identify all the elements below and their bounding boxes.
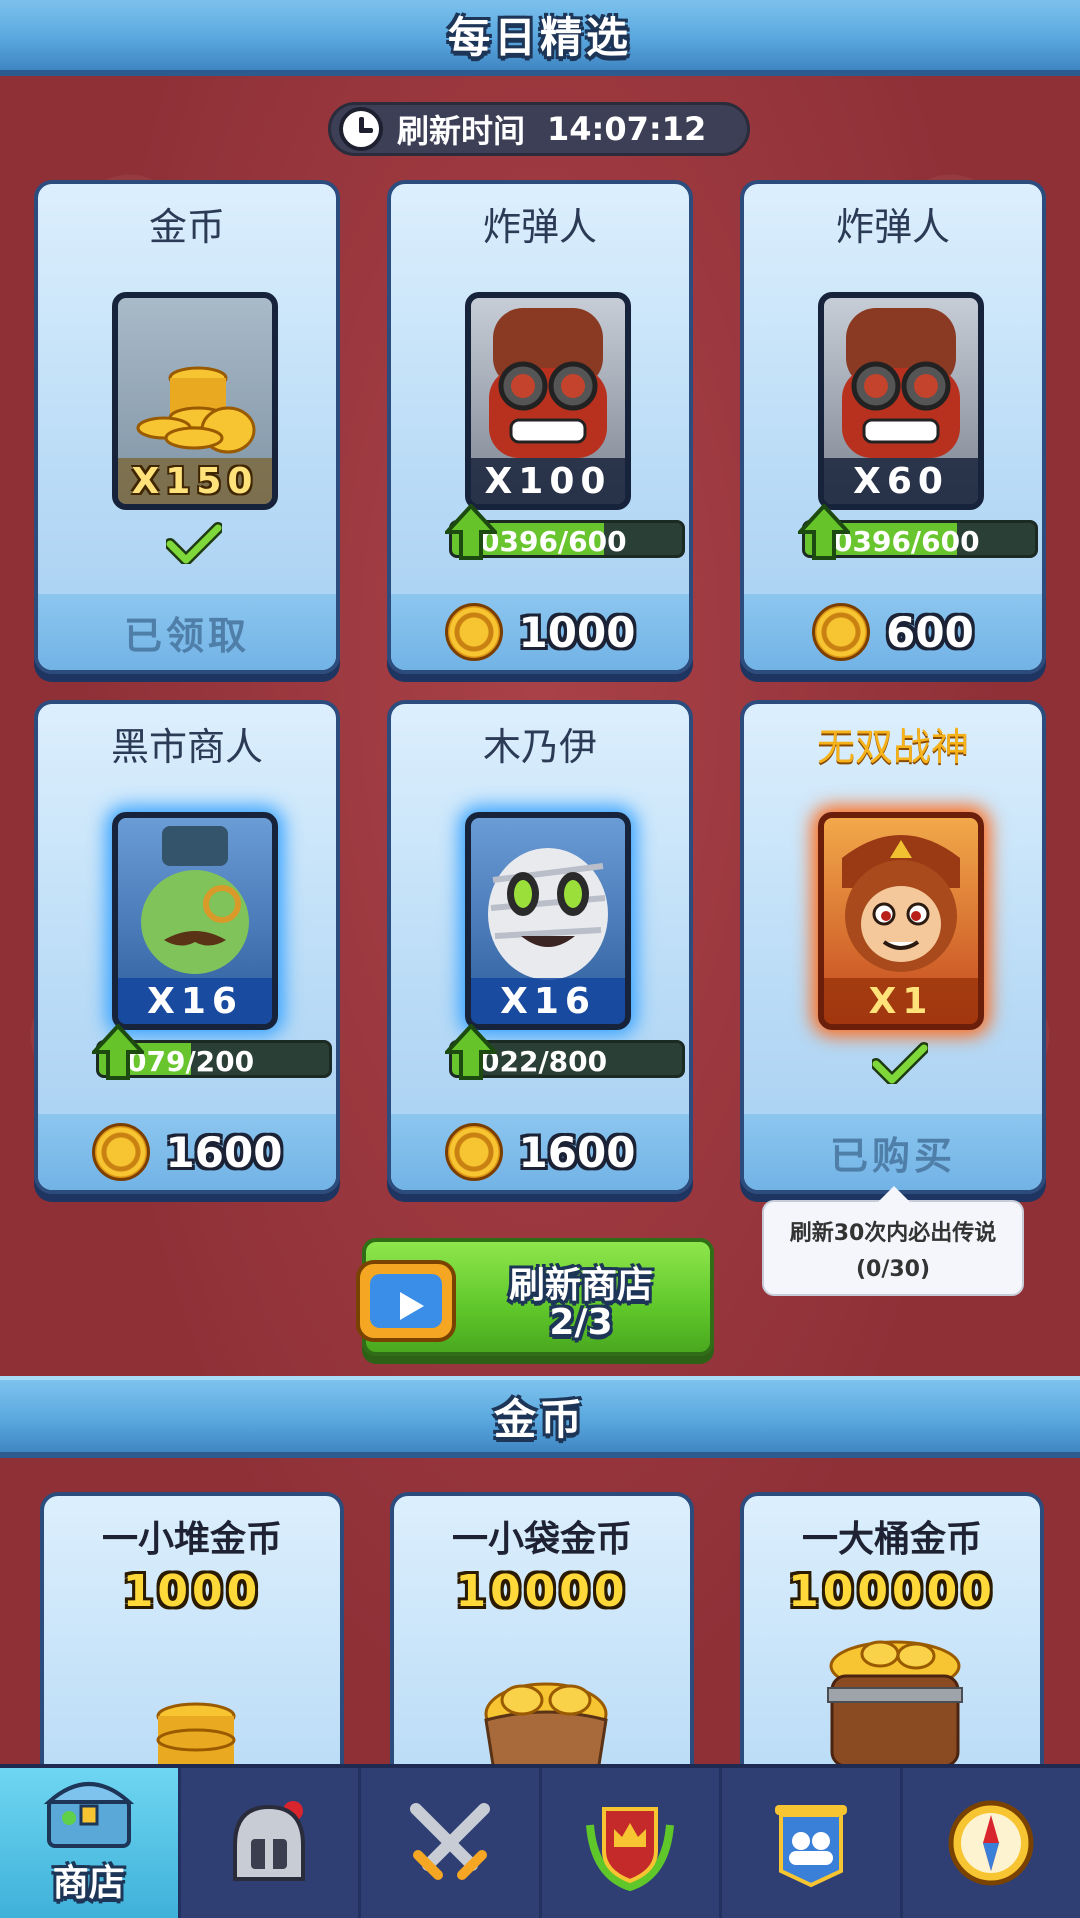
refresh-shop-count: 2/3	[549, 1302, 613, 1343]
shop-card-bomber-2[interactable]: 炸弹人 X60 0396/600 600	[740, 180, 1046, 674]
card-price-bar: 1000	[391, 594, 689, 670]
nav-tab-battle[interactable]	[361, 1768, 542, 1918]
gold-section-title: 金币	[493, 1394, 586, 1444]
gold-pack-amount: 100000	[788, 1566, 996, 1617]
card-title: 木乃伊	[482, 725, 597, 769]
gold-pack-small-pile[interactable]: 一小堆金币 1000	[40, 1492, 344, 1792]
daily-selection-title: 每日精选	[447, 12, 632, 62]
refresh-time-value: 14:07:12	[547, 110, 707, 148]
claimed-label: 已领取	[123, 613, 250, 658]
gold-pack-title: 一小堆金币	[101, 1519, 282, 1560]
refresh-shop-button[interactable]: 刷新商店 2/3	[356, 1238, 714, 1356]
tooltip-line1: 刷新30次内必出传说	[789, 1221, 997, 1246]
coin-icon	[812, 603, 871, 661]
shop-card-legendary-hero[interactable]: 无双战神 X1 已购买	[740, 700, 1046, 1194]
mummy-portrait-icon	[488, 848, 608, 980]
nav-tab-shop[interactable]: 商店	[0, 1768, 181, 1918]
check-icon	[872, 1042, 928, 1084]
card-title: 无双战神	[816, 725, 969, 769]
compass-icon	[948, 1800, 1034, 1886]
nav-tab-explore[interactable]	[903, 1768, 1080, 1918]
upgrade-arrow-icon	[445, 504, 497, 560]
upgrade-arrow-icon	[92, 1024, 144, 1080]
gold-pack-small-bag[interactable]: 一小袋金币 10000	[390, 1492, 694, 1792]
coin-icon	[444, 603, 503, 661]
item-quantity: X100	[471, 458, 625, 504]
coin-stack-icon	[136, 366, 256, 454]
nav-tab-rankings[interactable]	[542, 1768, 722, 1918]
progress-text: 0396/600	[833, 525, 980, 558]
coin-icon	[444, 1123, 503, 1181]
price-value: 1600	[518, 1127, 636, 1177]
item-quantity: X1	[824, 978, 978, 1024]
price-value: 600	[886, 607, 974, 657]
card-price-bar: 1600	[38, 1114, 336, 1190]
upgrade-arrow-icon	[445, 1024, 497, 1080]
gold-pack-title: 一小袋金币	[451, 1519, 632, 1560]
price-value: 1000	[518, 607, 636, 657]
hero-character-image: X1	[818, 812, 984, 1030]
bomber-character-image: X100	[465, 292, 631, 510]
card-title: 黑市商人	[110, 725, 263, 769]
video-ad-icon	[356, 1260, 456, 1342]
card-price-bar: 600	[744, 594, 1042, 670]
card-status-bar: 已领取	[38, 594, 336, 670]
card-title: 炸弹人	[482, 205, 597, 249]
daily-selection-banner: 每日精选	[0, 0, 1080, 76]
card-price-bar: 1600	[391, 1114, 689, 1190]
progress-text: 0396/600	[480, 525, 627, 558]
gold-pack-big-barrel[interactable]: 一大桶金币 100000	[740, 1492, 1044, 1792]
gold-pack-amount: 10000	[455, 1566, 629, 1617]
legendary-guarantee-tooltip: 刷新30次内必出传说 (0/30)	[762, 1186, 1024, 1296]
price: 600	[812, 603, 974, 661]
guild-banner-icon	[774, 1805, 847, 1888]
knight-helmet-icon	[233, 1801, 306, 1881]
shop-card-mummy[interactable]: 木乃伊 X16 022/800 1600	[387, 700, 693, 1194]
treasure-chest-icon	[43, 1782, 134, 1848]
merchant-portrait-icon	[141, 826, 249, 974]
shop-card-black-market-merchant[interactable]: 黑市商人 X16 079/200 1600	[34, 700, 340, 1194]
bomber-portrait-icon	[489, 308, 607, 458]
bottom-navigation: 商店	[0, 1764, 1080, 1918]
card-status-bar: 已购买	[744, 1114, 1042, 1190]
upgrade-arrow-icon	[798, 504, 850, 560]
nav-tab-heroes[interactable]	[181, 1768, 361, 1918]
bomber-character-image: X60	[818, 292, 984, 510]
monkey-king-portrait-icon	[842, 835, 960, 972]
gold-section-banner: 金币	[0, 1376, 1080, 1458]
price: 1600	[91, 1123, 283, 1181]
item-quantity: X150	[118, 458, 272, 504]
item-quantity: X16	[118, 978, 272, 1024]
price-value: 1600	[165, 1127, 283, 1177]
nav-tab-guild[interactable]	[722, 1768, 903, 1918]
check-icon	[166, 522, 222, 564]
card-title: 炸弹人	[835, 205, 950, 249]
mummy-character-image: X16	[465, 812, 631, 1030]
crown-shield-icon	[586, 1807, 675, 1891]
gold-pack-amount: 1000	[122, 1566, 262, 1617]
progress-text: 079/200	[127, 1045, 255, 1078]
merchant-character-image: X16	[112, 812, 278, 1030]
price: 1600	[444, 1123, 636, 1181]
gold-pack-title: 一大桶金币	[801, 1519, 982, 1560]
item-quantity: X60	[824, 458, 978, 504]
clock-icon	[339, 107, 383, 151]
shop-card-bomber-1[interactable]: 炸弹人 X100 0396/600 1000	[387, 180, 693, 674]
item-quantity: X16	[471, 978, 625, 1024]
coin-pile-image: X150	[112, 292, 278, 510]
bomber-portrait-icon	[842, 308, 960, 458]
crossed-swords-icon	[409, 1803, 490, 1880]
refresh-shop-label: 刷新商店	[508, 1265, 653, 1306]
refresh-time-label: 刷新时间	[397, 112, 526, 150]
coin-barrel-icon	[827, 1640, 963, 1766]
shop-card-coins[interactable]: 金币 X150 已领取	[34, 180, 340, 674]
nav-label-shop: 商店	[52, 1863, 125, 1904]
price: 1000	[444, 603, 636, 661]
purchased-label: 已购买	[829, 1133, 956, 1178]
card-title: 金币	[148, 205, 225, 249]
progress-text: 022/800	[480, 1045, 608, 1078]
coin-icon	[91, 1123, 150, 1181]
refresh-timer: 刷新时间 14:07:12	[328, 102, 750, 156]
tooltip-line2: (0/30)	[855, 1257, 931, 1282]
